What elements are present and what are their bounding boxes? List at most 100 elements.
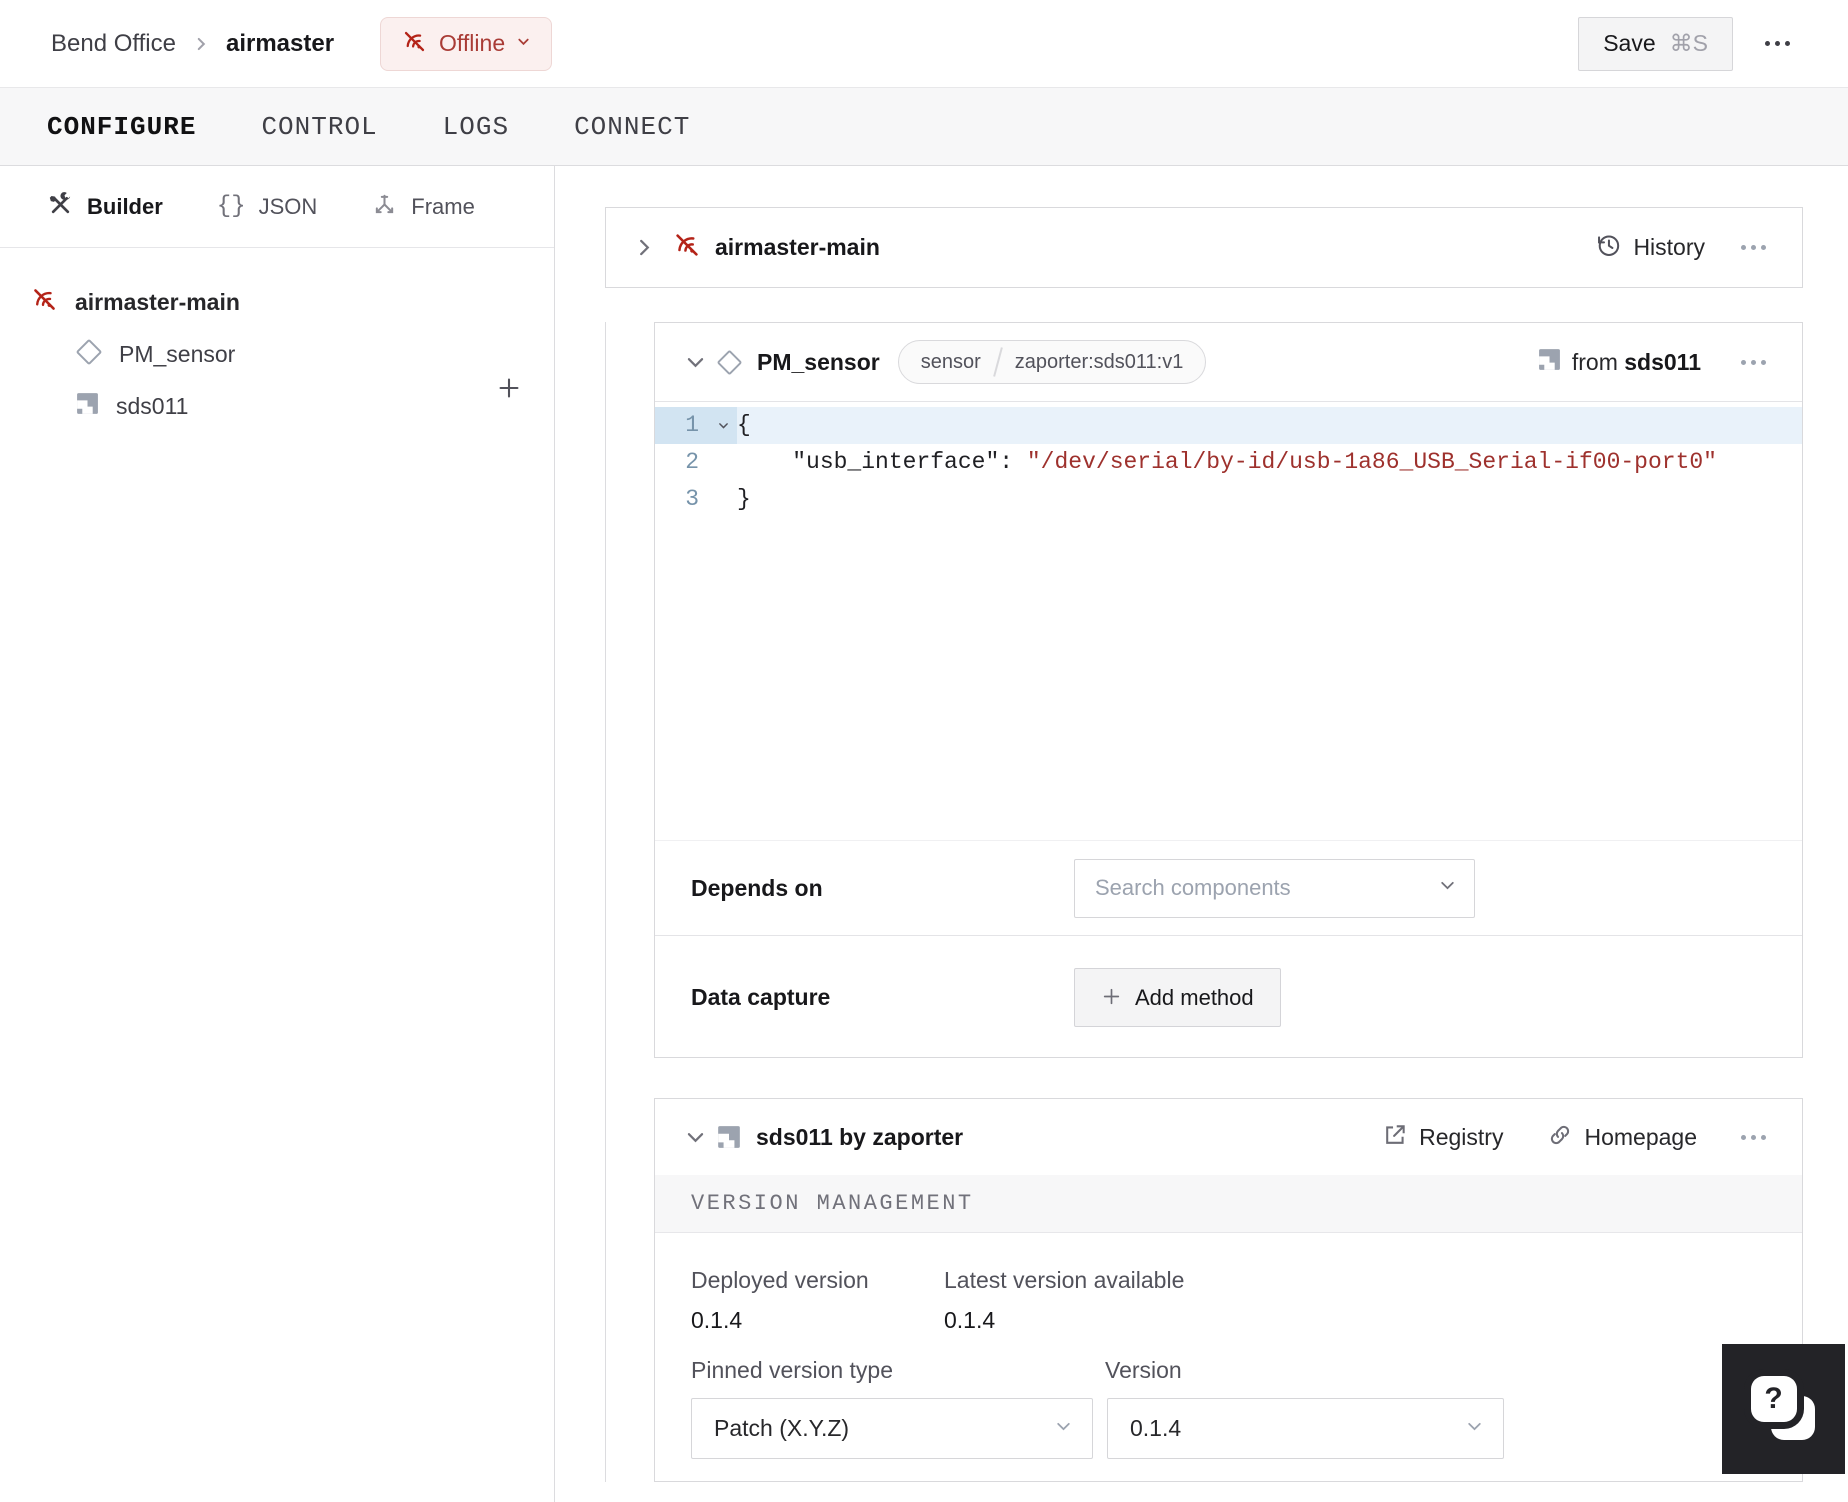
module-card-menu[interactable] (1731, 1125, 1776, 1150)
module-card-header: sds011 by zaporter Registry Homepage (655, 1099, 1802, 1175)
json-braces-icon: {} (216, 193, 246, 220)
depends-on-row: Depends on (655, 841, 1802, 936)
pinned-version-type-select[interactable]: Patch (X.Y.Z) (691, 1398, 1093, 1459)
code-line: 1 { (655, 407, 1802, 444)
breadcrumb-location[interactable]: Bend Office (51, 30, 176, 58)
chevron-down-icon (1055, 1418, 1072, 1440)
homepage-label: Homepage (1584, 1123, 1697, 1150)
module-icon (75, 391, 100, 421)
config-sidebar: Builder {} JSON Frame airmaster-main PM_… (0, 166, 555, 1502)
data-capture-row: Data capture Add method (655, 936, 1802, 1059)
component-card: PM_sensor sensor zaporter:sds011:v1 from… (654, 322, 1803, 1058)
chevron-down-icon (1439, 877, 1456, 899)
chevron-down-icon[interactable] (685, 352, 706, 373)
tab-connect[interactable]: CONNECT (574, 112, 690, 142)
save-label: Save (1603, 30, 1656, 56)
component-type-tag: sensor zaporter:sds011:v1 (897, 340, 1207, 384)
mode-json-label: JSON (258, 193, 318, 219)
component-diamond-icon (75, 338, 103, 371)
mode-frame-label: Frame (411, 193, 475, 219)
tree-module-label: sds011 (116, 392, 189, 419)
help-chat-icon: ? (1750, 1376, 1817, 1442)
wifi-off-icon (30, 285, 59, 319)
chevron-down-icon[interactable] (685, 1127, 706, 1148)
registry-label: Registry (1419, 1123, 1504, 1150)
view-mode-switcher: Builder {} JSON Frame (0, 166, 554, 248)
machine-status-dropdown[interactable]: Offline (380, 16, 553, 71)
tag-divider (992, 347, 1003, 377)
tab-control[interactable]: CONTROL (261, 112, 377, 142)
code-text: } (737, 486, 751, 512)
external-link-icon (1382, 1122, 1408, 1153)
tag-model: zaporter:sds011:v1 (1014, 350, 1184, 373)
tree-item-module[interactable]: sds011 (0, 380, 554, 432)
module-icon (1537, 347, 1562, 377)
homepage-link[interactable]: Homepage (1547, 1122, 1697, 1153)
mode-builder[interactable]: Builder (47, 191, 163, 223)
tree-part-label: airmaster-main (75, 288, 240, 315)
module-icon (716, 1124, 742, 1150)
breadcrumb-machine[interactable]: airmaster (226, 30, 334, 58)
latest-version-value: 0.1.4 (944, 1307, 996, 1333)
from-module-link[interactable]: from sds011 (1537, 347, 1701, 377)
version-select[interactable]: 0.1.4 (1107, 1398, 1504, 1459)
attributes-json-editor[interactable]: 1 { 2 "usb_interface": "/dev/serial/by-i… (655, 401, 1802, 841)
deployed-version-label: Deployed version (691, 1267, 869, 1293)
tab-logs[interactable]: LOGS (443, 112, 509, 142)
plus-icon (1101, 986, 1122, 1010)
machine-tab-bar: CONFIGURE CONTROL LOGS CONNECT (0, 87, 1848, 166)
registry-link[interactable]: Registry (1382, 1122, 1503, 1153)
module-card: sds011 by zaporter Registry Homepage VER… (654, 1098, 1803, 1482)
nesting-rail (605, 322, 606, 1482)
version-management-title: VERSION MANAGEMENT (691, 1191, 974, 1216)
pinned-version-type-value: Patch (X.Y.Z) (714, 1415, 850, 1441)
mode-builder-label: Builder (87, 193, 163, 219)
component-card-title: PM_sensor (757, 348, 880, 375)
config-main-panel: airmaster-main History PM_sensor sensor … (556, 166, 1848, 1502)
component-card-menu[interactable] (1731, 350, 1776, 375)
question-mark-glyph: ? (1750, 1376, 1797, 1422)
fold-toggle-icon[interactable] (709, 407, 737, 444)
code-string-value: "/dev/serial/by-id/usb-1a86_USB_Serial-i… (1026, 449, 1717, 475)
version-management-header: VERSION MANAGEMENT (655, 1175, 1802, 1233)
status-label: Offline (439, 30, 506, 56)
part-card-menu[interactable] (1731, 235, 1776, 260)
frame-axes-icon (371, 191, 398, 223)
tree-item-part[interactable]: airmaster-main (0, 276, 554, 328)
tab-configure[interactable]: CONFIGURE (47, 112, 196, 142)
component-tree: airmaster-main PM_sensor sds011 (0, 248, 554, 432)
part-card: airmaster-main History (605, 207, 1803, 288)
search-components-input[interactable] (1095, 875, 1439, 901)
wifi-off-icon (672, 230, 702, 265)
breadcrumb-chevron-icon (192, 35, 210, 53)
help-button[interactable]: ? (1722, 1344, 1845, 1474)
depends-on-label: Depends on (691, 874, 823, 901)
history-button[interactable]: History (1595, 232, 1705, 264)
chevron-right-icon[interactable] (634, 237, 655, 258)
save-button[interactable]: Save ⌘S (1578, 16, 1733, 71)
add-method-button[interactable]: Add method (1074, 968, 1281, 1027)
from-prefix: from (1571, 348, 1618, 375)
deployed-version-value: 0.1.4 (691, 1307, 743, 1333)
line-number: 2 (685, 449, 699, 475)
code-text: "usb_interface": "/dev/serial/by-id/usb-… (792, 449, 1717, 475)
from-module-name: sds011 (1624, 348, 1701, 375)
depends-on-select[interactable] (1074, 858, 1475, 918)
builder-tools-icon (47, 191, 74, 223)
link-chain-icon (1547, 1122, 1573, 1153)
component-card-header: PM_sensor sensor zaporter:sds011:v1 from… (655, 323, 1802, 401)
top-bar: Bend Office airmaster Offline Save ⌘S (0, 0, 1848, 87)
line-number: 3 (685, 486, 699, 512)
version-label: Version (1105, 1357, 1182, 1383)
code-line: 2 "usb_interface": "/dev/serial/by-id/us… (655, 444, 1802, 481)
version-value: 0.1.4 (1130, 1415, 1182, 1441)
line-number: 1 (655, 407, 709, 444)
topbar-overflow-menu[interactable] (1755, 31, 1800, 56)
add-method-label: Add method (1135, 984, 1254, 1010)
history-label: History (1633, 234, 1705, 260)
mode-frame[interactable]: Frame (371, 191, 475, 223)
mode-json[interactable]: {} JSON (217, 193, 318, 220)
add-component-button[interactable] (493, 372, 525, 404)
code-text: { (737, 407, 1802, 444)
tree-item-component[interactable]: PM_sensor (0, 328, 554, 380)
